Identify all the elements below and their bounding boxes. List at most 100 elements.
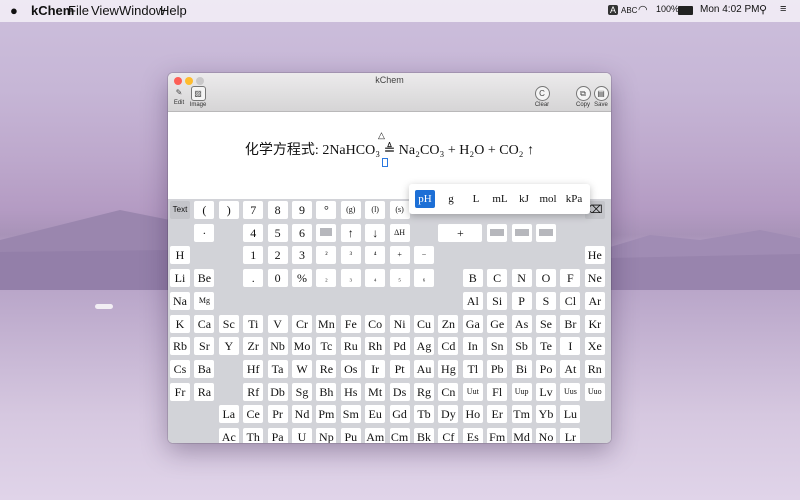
- element-key-Nd[interactable]: Nd: [292, 405, 312, 424]
- element-key-Tb[interactable]: Tb: [414, 405, 434, 424]
- unit-mol[interactable]: mol: [537, 190, 559, 208]
- element-key-Am[interactable]: Am: [365, 428, 386, 443]
- superscript-4-key[interactable]: ⁴: [365, 246, 386, 265]
- element-key-Hs[interactable]: Hs: [340, 382, 361, 401]
- subscript-5-key[interactable]: ₅: [389, 269, 410, 288]
- digit-8-key[interactable]: 8: [267, 201, 288, 219]
- element-key-Dy[interactable]: Dy: [438, 405, 459, 424]
- wifi-icon[interactable]: ◠: [638, 3, 648, 16]
- element-key-Se[interactable]: Se: [536, 314, 556, 333]
- element-key-Zr[interactable]: Zr: [243, 337, 264, 356]
- element-key-B[interactable]: B: [462, 269, 483, 288]
- unit-ml[interactable]: mL: [489, 190, 511, 208]
- element-key-Ra[interactable]: Ra: [194, 382, 215, 401]
- element-key-Th[interactable]: Th: [243, 428, 264, 443]
- save-button[interactable]: ▤ Save: [588, 86, 611, 108]
- element-key-He[interactable]: He: [584, 246, 605, 265]
- element-key-Kr[interactable]: Kr: [584, 314, 605, 333]
- element-key-Nb[interactable]: Nb: [267, 337, 288, 356]
- element-key-Cf[interactable]: Cf: [438, 428, 459, 443]
- element-key-As[interactable]: As: [511, 314, 532, 333]
- element-key-Cr[interactable]: Cr: [292, 314, 312, 333]
- element-key-La[interactable]: La: [218, 405, 239, 424]
- element-key-Si[interactable]: Si: [487, 291, 508, 310]
- element-key-Uus[interactable]: Uus: [560, 382, 581, 401]
- element-key-Tc[interactable]: Tc: [316, 337, 337, 356]
- element-key-Lu[interactable]: Lu: [560, 405, 581, 424]
- subscript-4-key[interactable]: ₄: [365, 269, 386, 288]
- subscript-2-key[interactable]: ₂: [316, 269, 337, 288]
- element-key-K[interactable]: K: [170, 314, 190, 333]
- element-key-Ga[interactable]: Ga: [462, 314, 483, 333]
- plus-sup-key[interactable]: +: [389, 246, 410, 265]
- unit-g[interactable]: g: [441, 190, 461, 208]
- element-key-Ho[interactable]: Ho: [462, 405, 483, 424]
- menu-file[interactable]: File: [68, 3, 89, 18]
- element-key-Y[interactable]: Y: [218, 337, 239, 356]
- element-key-Rg[interactable]: Rg: [414, 382, 434, 401]
- battery-icon[interactable]: [678, 6, 693, 15]
- subscript-3-key[interactable]: ₃: [340, 269, 361, 288]
- delta-h-key[interactable]: ΔH: [389, 223, 410, 242]
- element-key-Rh[interactable]: Rh: [365, 337, 386, 356]
- clock[interactable]: Mon 4:02 PM: [700, 4, 759, 15]
- element-key-Cs[interactable]: Cs: [170, 359, 190, 378]
- element-key-Lv[interactable]: Lv: [536, 382, 556, 401]
- element-key-Li[interactable]: Li: [170, 269, 190, 288]
- element-key-Ac[interactable]: Ac: [218, 428, 239, 443]
- element-key-Bi[interactable]: Bi: [511, 359, 532, 378]
- element-key-Ge[interactable]: Ge: [487, 314, 508, 333]
- up-arrow-key[interactable]: ↑: [340, 223, 361, 242]
- element-key-Ds[interactable]: Ds: [389, 382, 410, 401]
- element-key-O[interactable]: O: [536, 269, 556, 288]
- element-key-Sr[interactable]: Sr: [194, 337, 215, 356]
- element-key-Pa[interactable]: Pa: [267, 428, 288, 443]
- element-key-Zn[interactable]: Zn: [438, 314, 459, 333]
- element-key-Te[interactable]: Te: [536, 337, 556, 356]
- element-key-Cm[interactable]: Cm: [389, 428, 410, 443]
- superscript-2-key[interactable]: ²: [316, 246, 337, 265]
- element-key-Ti[interactable]: Ti: [243, 314, 264, 333]
- digit-7-key[interactable]: 7: [243, 201, 264, 219]
- element-key-Ar[interactable]: Ar: [584, 291, 605, 310]
- equilibrium-key[interactable]: [316, 223, 337, 242]
- degree-key[interactable]: °: [316, 201, 337, 219]
- clear-button[interactable]: C Clear: [529, 86, 555, 108]
- unit-ph[interactable]: pH: [415, 190, 435, 208]
- element-key-Ce[interactable]: Ce: [243, 405, 264, 424]
- element-key-Lr[interactable]: Lr: [560, 428, 581, 443]
- element-key-Ba[interactable]: Ba: [194, 359, 215, 378]
- digit-0-key[interactable]: 0: [267, 269, 288, 288]
- element-key-Ir[interactable]: Ir: [365, 359, 386, 378]
- element-key-Pu[interactable]: Pu: [340, 428, 361, 443]
- element-key-N[interactable]: N: [511, 269, 532, 288]
- element-key-Es[interactable]: Es: [462, 428, 483, 443]
- element-key-Mn[interactable]: Mn: [316, 314, 337, 333]
- minus-sup-key[interactable]: −: [414, 246, 434, 265]
- element-key-Tm[interactable]: Tm: [511, 405, 532, 424]
- element-key-Fe[interactable]: Fe: [340, 314, 361, 333]
- element-key-Ni[interactable]: Ni: [389, 314, 410, 333]
- element-key-Uut[interactable]: Uut: [462, 382, 483, 401]
- digit-9-key[interactable]: 9: [292, 201, 312, 219]
- digit-1-key[interactable]: 1: [243, 246, 264, 265]
- decimal-key[interactable]: .: [243, 269, 264, 288]
- element-key-Cd[interactable]: Cd: [438, 337, 459, 356]
- element-key-Eu[interactable]: Eu: [365, 405, 386, 424]
- element-key-Sn[interactable]: Sn: [487, 337, 508, 356]
- text-mode-key[interactable]: Text: [170, 201, 190, 219]
- element-key-Pm[interactable]: Pm: [316, 405, 337, 424]
- equation-display[interactable]: 化学方程式: 2NaHCO₃ ≜ Na₂CO₃ + H₂O + CO₂ ↑: [168, 139, 611, 159]
- element-key-Fm[interactable]: Fm: [487, 428, 508, 443]
- element-key-Uuo[interactable]: Uuo: [584, 382, 605, 401]
- element-key-Bk[interactable]: Bk: [414, 428, 434, 443]
- element-key-Cl[interactable]: Cl: [560, 291, 581, 310]
- element-key-No[interactable]: No: [536, 428, 556, 443]
- element-key-In[interactable]: In: [462, 337, 483, 356]
- right-arrow-key[interactable]: [536, 223, 556, 242]
- element-key-Hf[interactable]: Hf: [243, 359, 264, 378]
- element-key-Db[interactable]: Db: [267, 382, 288, 401]
- superscript-3-key[interactable]: ³: [340, 246, 361, 265]
- element-key-Cn[interactable]: Cn: [438, 382, 459, 401]
- element-key-Os[interactable]: Os: [340, 359, 361, 378]
